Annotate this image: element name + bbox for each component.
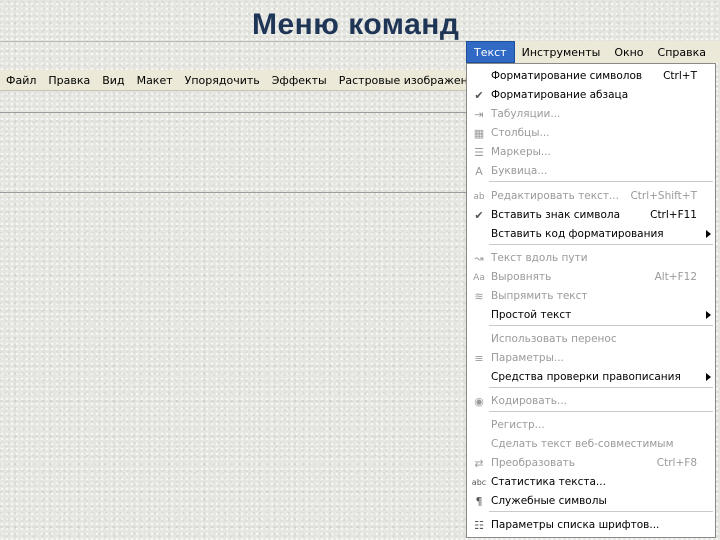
menu-item: ⇥ Табуляции... — [467, 105, 715, 124]
menu-item: ≡ Параметры... — [467, 349, 715, 368]
menu-item[interactable]: ☷ Параметры списка шрифтов... — [467, 516, 715, 535]
menu-arrange[interactable]: Упорядочить — [179, 74, 266, 87]
convert-icon: ⇄ — [474, 457, 484, 470]
menu-item-shortcut: Ctrl+T — [663, 70, 697, 82]
menu-item-label: Форматирование символов — [491, 70, 643, 82]
menu-effects[interactable]: Эффекты — [266, 74, 333, 87]
encode-icon: ◉ — [474, 395, 484, 408]
menu-item-label: Параметры списка шрифтов... — [491, 519, 660, 531]
menu-item[interactable]: ✔ Вставить знак символа Ctrl+F11 — [467, 206, 715, 225]
stats-icon: abc — [471, 478, 487, 487]
tab-icon: ⇥ — [474, 108, 484, 121]
menu-item-label: Использовать перенос — [491, 333, 617, 345]
menu-item: ≋ Выпрямить текст — [467, 287, 715, 306]
menu-item-shortcut: Alt+F12 — [654, 271, 697, 283]
menu-separator — [489, 181, 713, 182]
menu-separator — [489, 244, 713, 245]
menu-separator — [489, 387, 713, 388]
menu-item: ⇄ Преобразовать Ctrl+F8 — [467, 454, 715, 473]
menu-item-label: Буквица... — [491, 165, 548, 177]
menu-item-label: Преобразовать — [491, 457, 575, 469]
toolbar-divider — [0, 112, 466, 113]
menu-text[interactable]: Текст — [466, 41, 515, 63]
submenu-arrow-icon — [706, 311, 711, 319]
top-menubar: Текст Инструменты Окно Справка — [466, 41, 720, 63]
menu-item-label: Вставить код форматирования — [491, 228, 664, 240]
menu-item-label: Маркеры... — [491, 146, 551, 158]
menu-file[interactable]: Файл — [0, 74, 42, 87]
menu-separator — [489, 511, 713, 512]
menu-item-label: Кодировать... — [491, 395, 567, 407]
menu-item[interactable]: ✔ Форматирование абзаца — [467, 86, 715, 105]
bullets-icon: ☰ — [474, 146, 484, 159]
menu-item[interactable]: Вставить код форматирования — [467, 225, 715, 244]
menu-item-label: Выпрямить текст — [491, 290, 588, 302]
menu-bitmaps[interactable]: Растровые изображения — [333, 74, 488, 87]
menu-item-shortcut: Ctrl+F11 — [650, 209, 697, 221]
menu-item-label: Регистр... — [491, 419, 545, 431]
menu-item: ↝ Текст вдоль пути — [467, 249, 715, 268]
menu-item: ab Редактировать текст... Ctrl+Shift+T — [467, 187, 715, 206]
pilcrow-icon: ¶ — [475, 495, 483, 508]
menu-tools[interactable]: Инструменты — [515, 46, 608, 59]
menu-layout[interactable]: Макет — [131, 74, 179, 87]
menu-window[interactable]: Окно — [607, 46, 650, 59]
menu-separator — [489, 325, 713, 326]
menu-item-label: Табуляции... — [491, 108, 561, 120]
menu-item-label: Редактировать текст... — [491, 190, 619, 202]
menu-item: A Буквица... — [467, 162, 715, 181]
menu-item-label: Простой текст — [491, 309, 572, 321]
menu-item-label: Статистика текста... — [491, 476, 606, 488]
toolbar-divider — [0, 192, 466, 193]
menu-item: Aa Выровнять Alt+F12 — [467, 268, 715, 287]
menu-item-label: Средства проверки правописания — [491, 371, 681, 383]
submenu-arrow-icon — [706, 230, 711, 238]
menu-separator — [489, 411, 713, 412]
menu-item[interactable]: Средства проверки правописания — [467, 368, 715, 387]
params-icon: ≡ — [474, 352, 484, 365]
menu-item-shortcut: Ctrl+F8 — [656, 457, 697, 469]
straighten-icon: ≋ — [474, 290, 484, 303]
menu-help[interactable]: Справка — [651, 46, 713, 59]
menu-item: Регистр... — [467, 416, 715, 435]
menu-item[interactable]: abc Статистика текста... — [467, 473, 715, 492]
text-menu-dropdown: Форматирование символов Ctrl+T ✔ Форматиров… — [466, 63, 716, 538]
menu-item-label: Текст вдоль пути — [491, 252, 588, 264]
check-icon: ✔ — [474, 209, 484, 222]
menu-item-label: Служебные символы — [491, 495, 607, 507]
font-list-icon: ☷ — [474, 519, 484, 532]
menu-item-label: Форматирование абзаца — [491, 89, 629, 101]
menu-item: ▦ Столбцы... — [467, 124, 715, 143]
menu-item: Сделать текст веб-совместимым — [467, 435, 715, 454]
menu-view[interactable]: Вид — [96, 74, 130, 87]
text-path-icon: ↝ — [474, 252, 484, 265]
menu-item[interactable]: Простой текст — [467, 306, 715, 325]
menu-item: ☰ Маркеры... — [467, 143, 715, 162]
menu-item-label: Столбцы... — [491, 127, 550, 139]
menu-item: ◉ Кодировать... — [467, 392, 715, 411]
menu-item[interactable]: Форматирование символов Ctrl+T — [467, 67, 715, 86]
submenu-arrow-icon — [706, 373, 711, 381]
menu-item[interactable]: ¶ Служебные символы — [467, 492, 715, 511]
menu-edit[interactable]: Правка — [42, 74, 96, 87]
menu-item: Использовать перенос — [467, 330, 715, 349]
menu-item-label: Сделать текст веб-совместимым — [491, 438, 674, 450]
align-icon: Aa — [473, 272, 485, 283]
edit-text-icon: ab — [473, 191, 485, 202]
check-icon: ✔ — [474, 89, 484, 102]
main-menubar: Файл Правка Вид Макет Упорядочить Эффект… — [0, 70, 482, 91]
slide-title: Меню команд — [252, 8, 460, 41]
menu-item-label: Вставить знак символа — [491, 209, 621, 221]
columns-icon: ▦ — [473, 127, 485, 140]
dropcap-icon: A — [475, 165, 483, 178]
menu-item-label: Выровнять — [491, 271, 552, 283]
menu-item-shortcut: Ctrl+Shift+T — [630, 190, 697, 202]
menu-item-label: Параметры... — [491, 352, 564, 364]
